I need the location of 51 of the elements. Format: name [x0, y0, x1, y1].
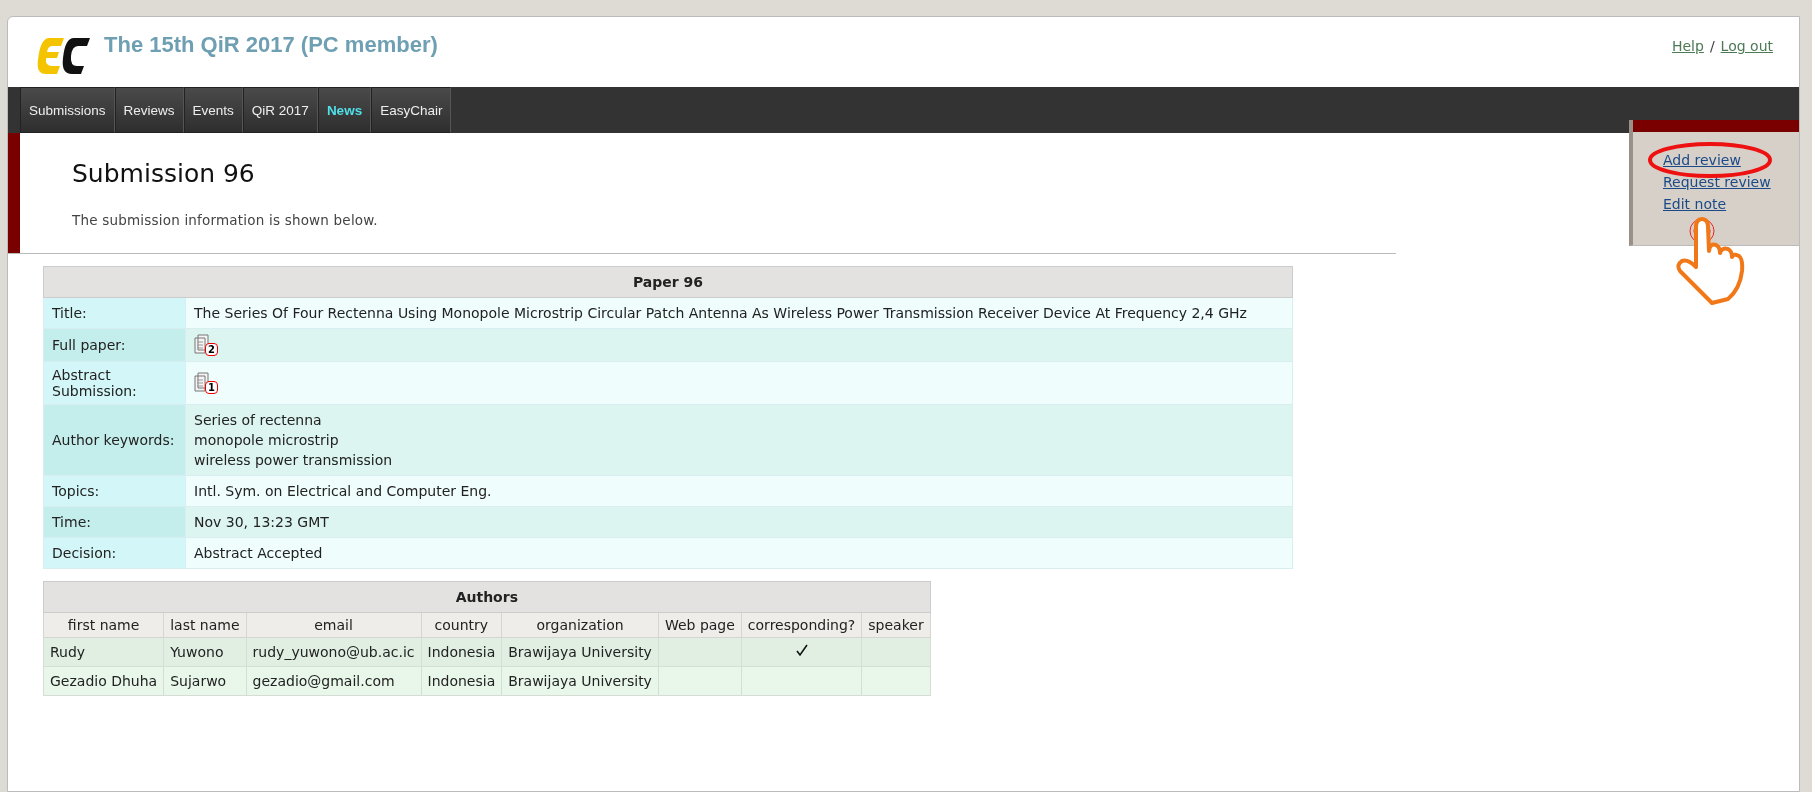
- table-cell: Gezadio Dhuha: [43, 666, 164, 696]
- table-cell: Nov 30, 13:23 GMT: [185, 506, 1293, 538]
- row-label: Full paper:: [43, 328, 186, 362]
- nav-tab[interactable]: Submissions: [20, 87, 115, 133]
- column-header: Web page: [658, 612, 742, 638]
- keyword-text: wireless power transmission: [194, 451, 394, 470]
- table-cell: rudy_yuwono@ub.ac.ic: [246, 637, 421, 667]
- row-label: Time:: [43, 506, 186, 538]
- side-menu-link[interactable]: Edit note: [1663, 196, 1799, 212]
- header-link[interactable]: Log out: [1720, 38, 1773, 54]
- row-label: Author keywords:: [43, 404, 186, 476]
- row-label: Abstract Submission:: [43, 361, 186, 405]
- table-cell: Rudy: [43, 637, 164, 667]
- nav-tab[interactable]: EasyChair: [371, 87, 452, 133]
- side-menu-link[interactable]: Request review: [1663, 174, 1799, 190]
- number-badge: 2: [205, 343, 218, 356]
- table-cell: Indonesia: [421, 637, 502, 667]
- site-title: The 15th QiR 2017 (PC member): [104, 32, 438, 58]
- table-cell: Indonesia: [421, 666, 502, 696]
- column-header: first name: [43, 612, 164, 638]
- keyword-text: Series of rectenna: [194, 411, 323, 430]
- column-header: last name: [163, 612, 247, 638]
- table-cell: Sujarwo: [163, 666, 247, 696]
- table-cell: Intl. Sym. on Electrical and Computer Eng.: [185, 475, 1293, 507]
- table-cell: Brawijaya University: [501, 666, 659, 696]
- row-label: Topics:: [43, 475, 186, 507]
- page-heading: Submission 96: [72, 159, 256, 188]
- nav-tab[interactable]: Events: [183, 87, 243, 133]
- link-separator: /: [1709, 38, 1715, 54]
- table-caption: Authors: [43, 581, 931, 613]
- column-header: corresponding?: [741, 612, 862, 638]
- hand-pointer-icon: [1676, 217, 1745, 305]
- table-cell: Abstract Accepted: [185, 537, 1293, 569]
- row-label: Decision:: [43, 537, 186, 569]
- nav-tab[interactable]: News: [317, 87, 372, 133]
- table-cell: gezadio@gmail.com: [246, 666, 421, 696]
- table-cell: Brawijaya University: [501, 637, 659, 667]
- keyword-text: monopole microstrip: [194, 431, 340, 450]
- table-caption: Paper 96: [43, 266, 1293, 298]
- column-header: email: [246, 612, 421, 638]
- side-menu-link[interactable]: Add review: [1663, 152, 1799, 168]
- nav-tab[interactable]: Reviews: [114, 87, 184, 133]
- row-label: Title:: [43, 297, 186, 329]
- table-cell: Yuwono: [163, 637, 247, 667]
- number-badge: 1: [205, 381, 218, 394]
- header-link[interactable]: Help: [1671, 38, 1704, 54]
- table-cell: The Series Of Four Rectenna Using Monopole Microstrip Circular Patch Antenna As Wireless Power Transmission Receiver Device At Frequency 2,4 GHz: [185, 297, 1293, 329]
- column-header: country: [421, 612, 502, 638]
- column-header: organization: [501, 612, 659, 638]
- nav-tab[interactable]: QiR 2017: [242, 87, 318, 133]
- intro-text: The submission information is shown below.: [72, 212, 378, 228]
